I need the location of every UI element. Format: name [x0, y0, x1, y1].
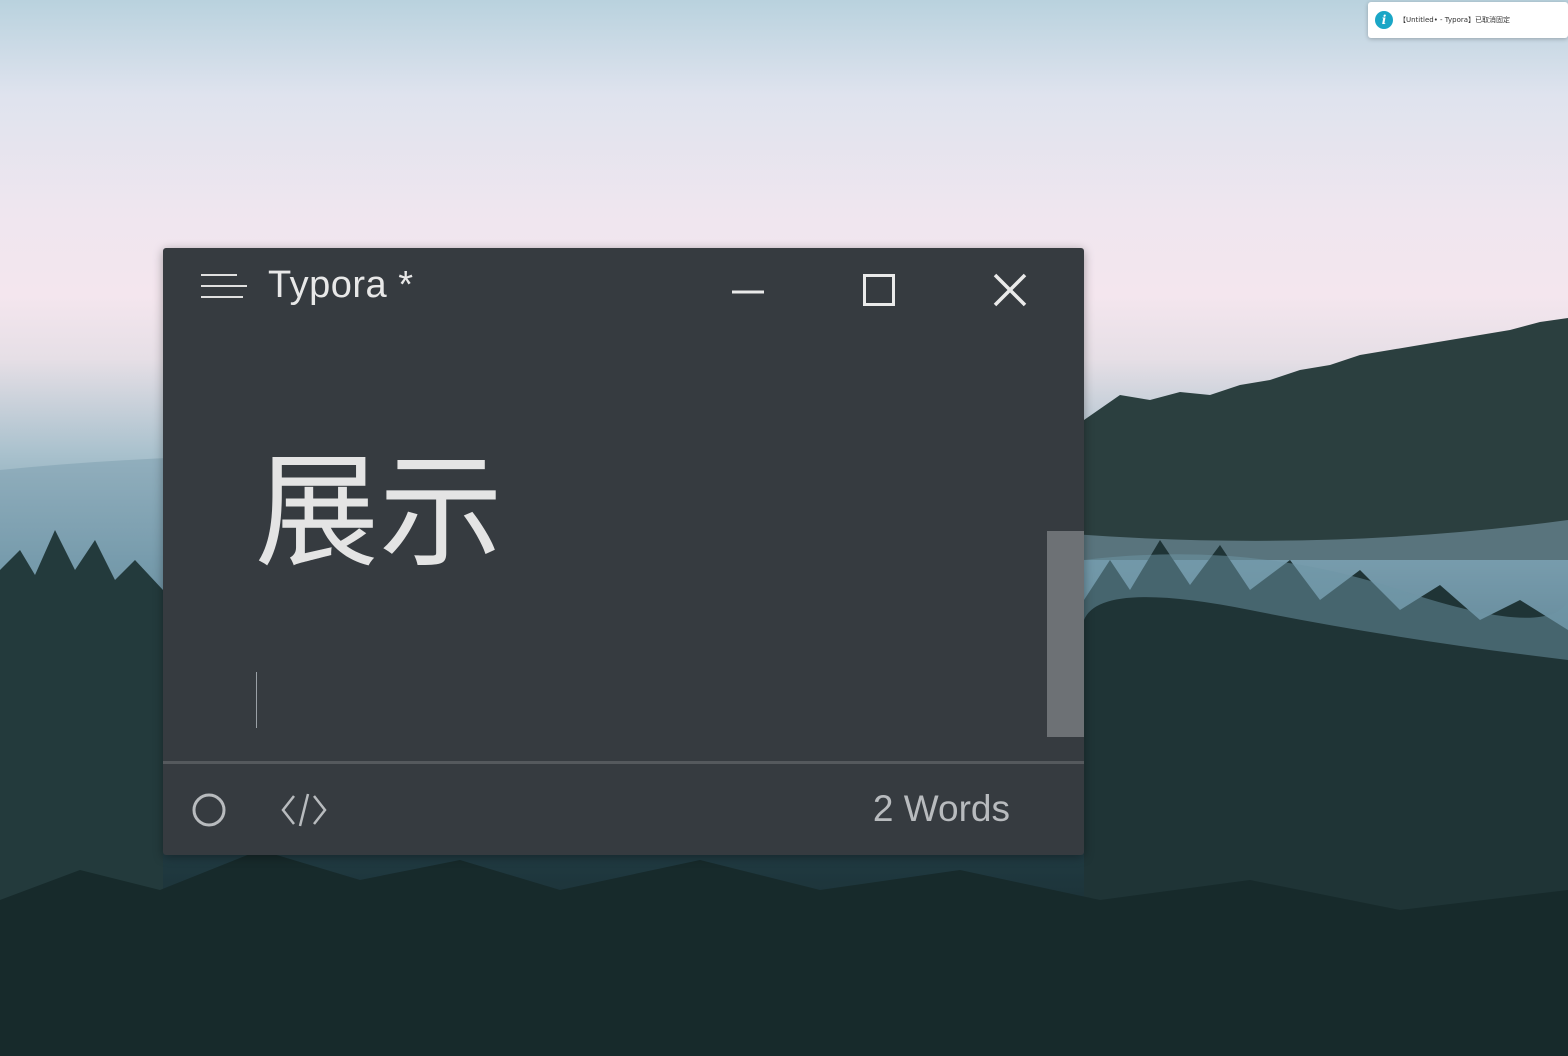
close-button[interactable] [985, 270, 1035, 310]
title-bar[interactable]: Typora * [163, 248, 1084, 328]
desktop: i 【Untitled• - Typora】已取消固定 Typora * 展示 … [0, 0, 1568, 1056]
maximize-button[interactable] [854, 270, 904, 310]
close-icon [993, 273, 1027, 307]
status-bar: 2 Words [163, 761, 1084, 855]
focus-mode-button[interactable] [192, 793, 226, 827]
info-icon: i [1375, 11, 1393, 29]
window-title: Typora * [268, 264, 414, 306]
scrollbar-thumb[interactable] [1047, 531, 1084, 737]
hamburger-menu-icon[interactable] [201, 272, 247, 304]
source-code-button[interactable] [280, 792, 328, 828]
editor-area[interactable]: 展示 [163, 328, 1084, 761]
source-code-icon [281, 793, 327, 827]
minimize-icon [732, 290, 764, 294]
maximize-icon [863, 274, 895, 306]
minimize-button[interactable] [723, 270, 773, 310]
text-cursor [256, 672, 257, 728]
word-count[interactable]: 2 Words [873, 788, 1010, 830]
typora-window: Typora * 展示 2 Words [163, 248, 1084, 855]
focus-mode-icon [192, 793, 226, 827]
notification-text: 【Untitled• - Typora】已取消固定 [1399, 16, 1511, 24]
notification-toast[interactable]: i 【Untitled• - Typora】已取消固定 [1368, 2, 1568, 38]
document-heading[interactable]: 展示 [255, 448, 503, 578]
